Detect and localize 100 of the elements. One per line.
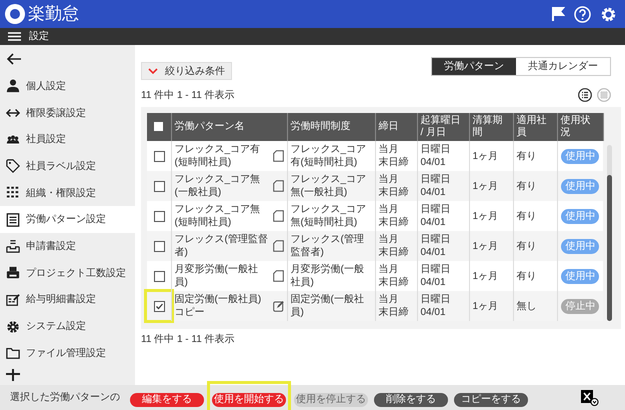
folder-icon	[6, 346, 20, 360]
table-cell-text: 04/01	[420, 186, 447, 199]
table-cell-text: 末日締	[378, 216, 410, 229]
table-cell-text: 当月	[378, 173, 400, 186]
table-cell-text: 日曜日	[420, 203, 452, 216]
checkbox[interactable]	[154, 270, 164, 282]
table-cell-text: 当月	[378, 143, 400, 156]
table-cell: 有り	[516, 270, 536, 282]
table-cell-text: 末日締	[378, 306, 410, 319]
table-cell: フレックス_コア無(一般社員)	[290, 174, 366, 198]
table-cell-text: フレックス_コア有(短時間社員)	[174, 143, 262, 169]
sidebar-item[interactable]: 労働パターン設定	[0, 206, 135, 234]
sidebar-label: 給与明細書設定	[26, 292, 96, 308]
copy-icon[interactable]	[272, 210, 284, 222]
table-cell-text: 日曜日	[420, 173, 452, 186]
table-cell: フレックス_コア無(短時間社員)	[290, 204, 366, 228]
action-button[interactable]: 編集をする	[130, 392, 204, 406]
table-cell: 月変形労働(一般社員)	[290, 264, 364, 288]
app-title: 楽勤怠	[28, 3, 79, 26]
sidebar-label: 個人設定	[26, 80, 66, 94]
action-button[interactable]: コピーをする	[454, 392, 528, 406]
column-header: 起算曜日 / 月日	[420, 115, 460, 138]
checkbox[interactable]	[154, 240, 164, 252]
gear-icon	[6, 320, 20, 334]
printer-icon	[6, 266, 20, 280]
copy-icon[interactable]	[272, 150, 284, 162]
edit-icon[interactable]	[272, 300, 284, 312]
table-cell: 1ヶ月	[472, 150, 498, 162]
column-header: 適用社員	[516, 115, 546, 138]
copy-icon[interactable]	[272, 240, 284, 252]
excel-export-icon[interactable]	[581, 390, 599, 406]
sidebar-label: 労働パターン設定	[26, 212, 106, 228]
sidebar-label: プロジェクト工数設定	[26, 266, 126, 281]
menu-icon[interactable]	[8, 32, 21, 41]
filter-button[interactable]: 絞り込み条件	[141, 62, 232, 80]
table-cell-text: 日曜日	[420, 293, 452, 306]
plus-icon	[6, 368, 20, 381]
table-cell: 固定労働(一般社員)	[290, 294, 364, 318]
sidebar-label: 申請書設定	[26, 240, 76, 254]
table-cell: 有り	[516, 180, 536, 192]
table-cell-text: 末日締	[378, 246, 410, 259]
action-button[interactable]: 削除をする	[374, 392, 448, 406]
table-cell-text: 月変形労働(一般社員)	[174, 263, 259, 289]
status-badge: 使用中	[561, 268, 600, 284]
table-cell-text: フレックス(管理監督者)	[174, 233, 269, 259]
table-cell: 無し	[516, 300, 536, 312]
table-cell-text: 日曜日	[420, 263, 452, 276]
table-cell: 1ヶ月	[472, 300, 498, 312]
record-count: 11 件中 1 - 11 件表示	[141, 332, 236, 347]
document-icon	[6, 212, 20, 227]
table-cell: 1ヶ月	[472, 270, 498, 282]
record-count: 11 件中 1 - 11 件表示	[141, 88, 235, 103]
action-label: 選択した労働パターンの	[10, 390, 120, 405]
action-button[interactable]: 使用を開始する	[212, 392, 286, 406]
view-tab[interactable]: 労働パターン	[432, 58, 516, 75]
table-cell-text: 当月	[378, 233, 400, 246]
checkbox[interactable]	[153, 121, 164, 132]
list-view-icon[interactable]	[578, 88, 592, 102]
dot-grid-icon	[6, 186, 20, 200]
table-cell: 1ヶ月	[472, 210, 498, 222]
checkbox[interactable]	[154, 300, 164, 312]
settings-icon[interactable]	[600, 6, 617, 22]
table-cell: フレックス(管理監督者)	[290, 234, 364, 258]
column-header: 清算期間	[472, 115, 502, 138]
nav-title: 設定	[29, 30, 49, 44]
status-badge: 使用中	[561, 238, 600, 254]
table-cell-text: フレックス_コア無(短時間社員)	[174, 203, 262, 229]
checkbox[interactable]	[154, 210, 164, 222]
table-cell-text: 当月	[378, 293, 400, 306]
checkbox[interactable]	[154, 150, 164, 162]
checkbox[interactable]	[154, 180, 164, 192]
table-cell-text: 末日締	[378, 186, 410, 199]
logo-icon	[4, 3, 26, 25]
copy-icon[interactable]	[272, 270, 284, 282]
table-cell: 有り	[516, 240, 536, 252]
table-cell-text: 日曜日	[420, 143, 452, 156]
sidebar-label: 組織・権限設定	[26, 186, 96, 201]
column-header: 労働パターン名	[174, 121, 244, 132]
status-badge: 使用中	[561, 178, 600, 194]
table-cell-text: 04/01	[420, 306, 447, 319]
help-icon[interactable]	[574, 6, 591, 22]
table-cell: フレックス_コア有(短時間社員)	[290, 144, 366, 168]
table-cell-text: フレックス_コア無(一般社員)	[174, 173, 262, 199]
flag-icon[interactable]	[551, 6, 565, 22]
sidebar-label: 権限委譲設定	[26, 106, 86, 121]
copy-icon[interactable]	[272, 180, 284, 192]
scrollbar[interactable]	[606, 175, 612, 321]
column-header: 労働時間制度	[290, 121, 350, 132]
table-cell: 有り	[516, 210, 536, 222]
sidebar-label: 社員設定	[26, 132, 66, 148]
sidebar-label: システム設定	[26, 320, 86, 334]
inbox-icon	[6, 239, 20, 254]
table-cell-text: 固定労働(一般社員) コピー	[174, 293, 262, 319]
table-cell-text: 末日締	[378, 276, 410, 289]
status-badge: 停止中	[561, 298, 600, 314]
table-cell: 1ヶ月	[472, 180, 498, 192]
table-cell-text: 04/01	[420, 156, 447, 169]
table-cell-text: 04/01	[420, 276, 447, 289]
form-edit-icon	[6, 292, 20, 307]
back-arrow-icon[interactable]	[6, 53, 22, 65]
